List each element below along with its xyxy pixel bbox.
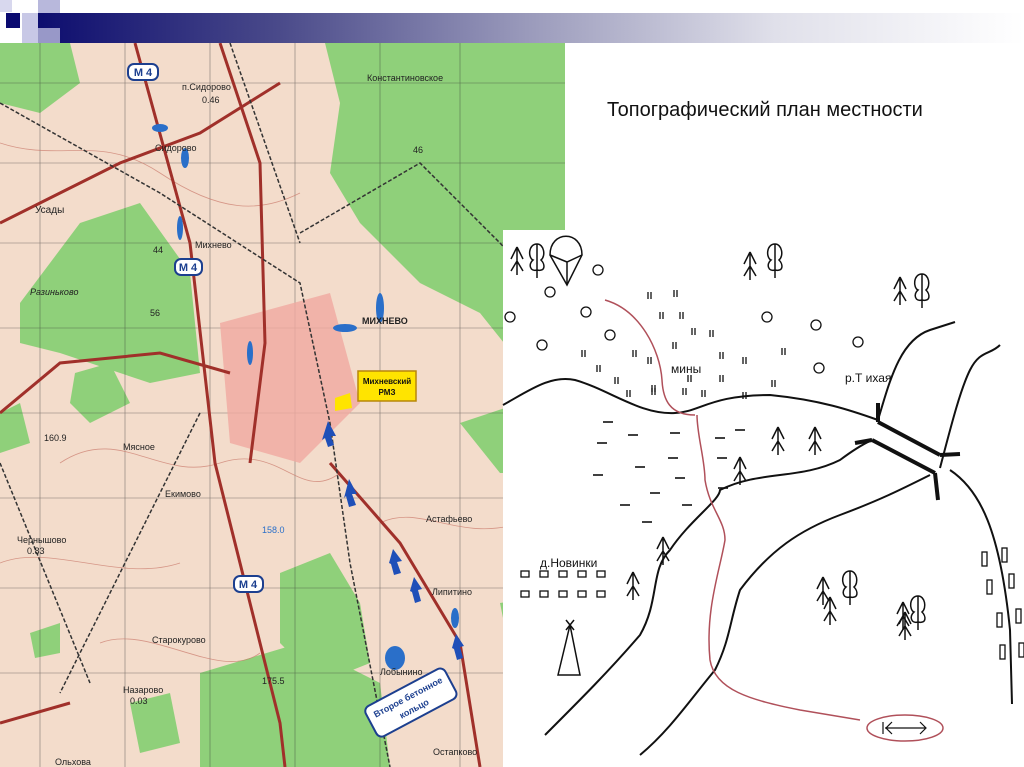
map-label: Сидорово (155, 143, 196, 153)
header-gradient-bar (30, 13, 1024, 43)
map-label: 44 (153, 245, 163, 255)
map-label: Екимово (165, 489, 201, 499)
map-label: п.Сидорово (182, 82, 231, 92)
map-label: 0.46 (202, 95, 220, 105)
m4-badge: M 4 (239, 579, 258, 591)
map-label: Астафьево (426, 514, 472, 524)
map-label: Усады (35, 205, 64, 216)
map-label: Остапково (433, 747, 477, 757)
map-label: 160.9 (44, 433, 67, 443)
terrain-sketch: мины р.Т ихая д.Новинки (502, 230, 1024, 767)
map-label: 158.0 (262, 525, 285, 535)
map-label: Ольхова (55, 757, 91, 767)
map-label: 0.03 (130, 696, 148, 706)
callout-text: РМЗ (379, 388, 396, 397)
decor-square (6, 13, 20, 28)
decor-square (38, 28, 60, 43)
map-label: Разиньково (30, 287, 78, 297)
slide-title: Топографический план местности (607, 99, 923, 121)
m4-badge: M 4 (134, 67, 153, 79)
map-label: МИХНЕВО (362, 316, 408, 326)
map-label: Мясное (123, 442, 155, 452)
topographic-map: M 4 M 4 M 4 п.Сидорово 0.46 Сидорово Кон… (0, 43, 565, 767)
map-label: Лобынино (380, 667, 423, 677)
map-label: 0.83 (27, 546, 45, 556)
map-label: 175.5 (262, 676, 285, 686)
callout-text: Михневский (363, 377, 411, 386)
decor-square (0, 0, 12, 12)
map-label: 46 (413, 145, 423, 155)
map-label: Константиновское (367, 73, 443, 83)
decor-square (38, 0, 60, 13)
decor-square (22, 13, 38, 43)
map-label: Старокурово (152, 635, 206, 645)
map-label: Липитино (432, 587, 472, 597)
village-label: д.Новинки (540, 556, 597, 570)
m4-badge: M 4 (179, 262, 198, 274)
river-label: р.Т ихая (845, 371, 891, 385)
map-label: Назарово (123, 685, 163, 695)
mines-label: мины (671, 362, 701, 376)
map-label: Чернышово (17, 535, 66, 545)
map-label: 56 (150, 308, 160, 318)
map-label: Михнево (195, 240, 232, 250)
